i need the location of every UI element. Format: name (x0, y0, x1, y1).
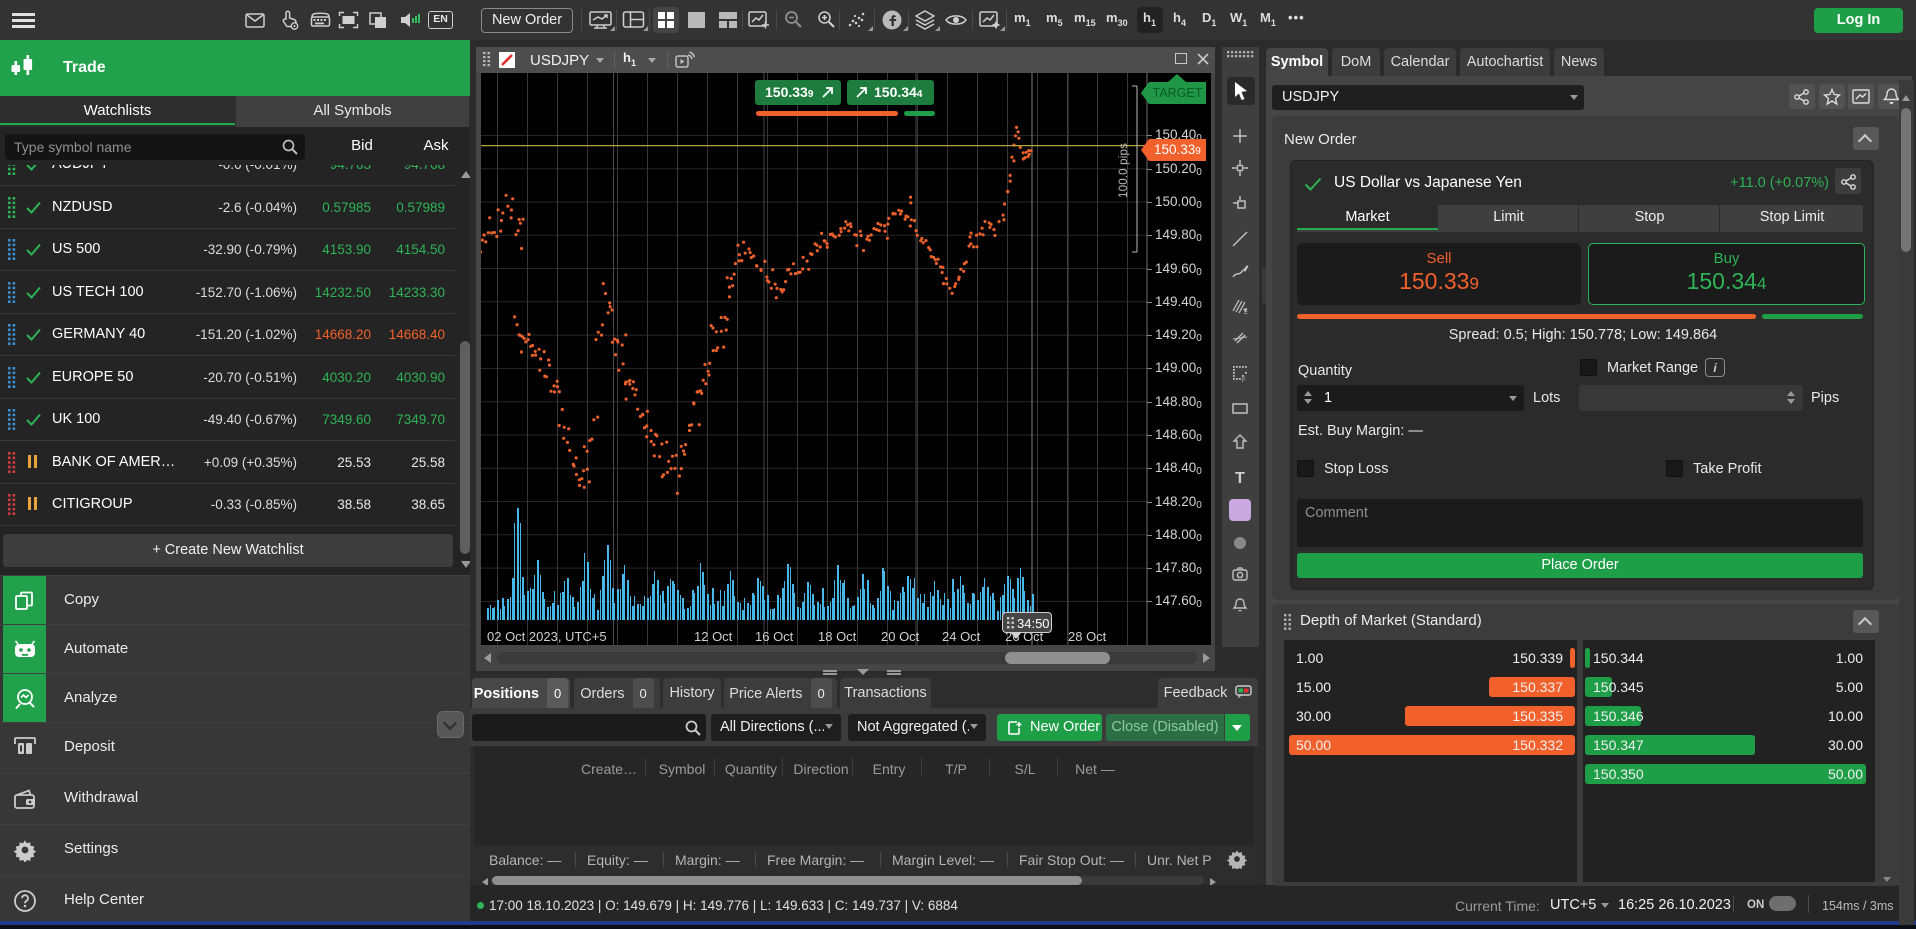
svg-text:F: F (1242, 378, 1246, 383)
svg-text:T: T (1235, 470, 1245, 487)
svg-text:E: E (1244, 310, 1248, 316)
